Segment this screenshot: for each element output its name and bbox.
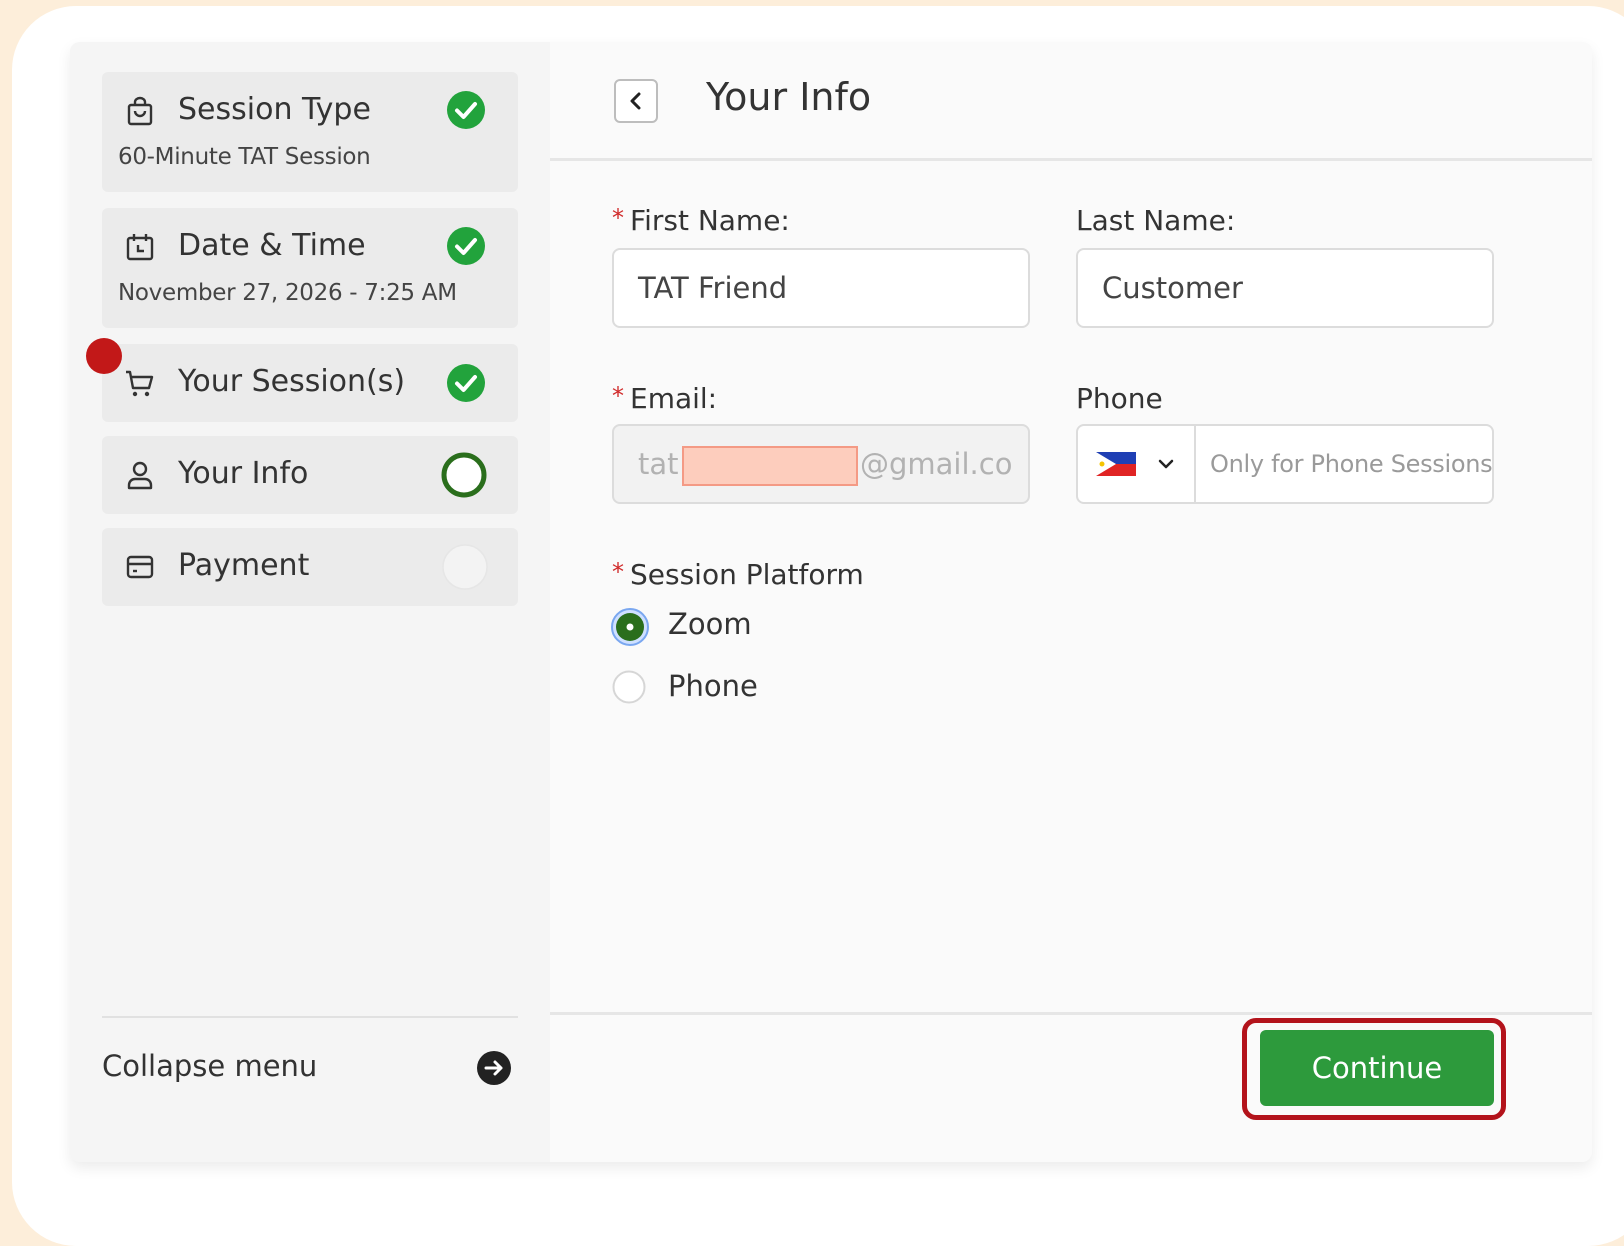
booking-panel: Session Type 60-Minute TAT Session Date … <box>70 42 1592 1162</box>
step-title: Session Type <box>178 92 371 127</box>
country-select[interactable] <box>1078 426 1196 502</box>
sidebar-step-payment[interactable]: Payment <box>102 528 518 606</box>
arrow-right-circle-icon[interactable] <box>476 1050 512 1086</box>
check-circle-icon <box>447 227 485 265</box>
footer-divider <box>550 1012 1592 1015</box>
email-value-end: @gmail.co <box>860 447 1013 481</box>
radio-zoom[interactable] <box>610 607 650 647</box>
sidebar-step-your-sessions[interactable]: Your Session(s) <box>102 344 518 422</box>
chevron-down-icon <box>1158 459 1174 469</box>
sidebar-divider <box>102 1016 518 1018</box>
phone-label: Phone <box>1076 382 1163 415</box>
required-mark: * <box>612 204 624 232</box>
back-button[interactable] <box>614 79 658 123</box>
session-platform-label-text: Session Platform <box>630 558 864 591</box>
radio-phone-label[interactable]: Phone <box>668 669 758 703</box>
session-platform-label: * Session Platform <box>612 558 864 591</box>
pending-step-circle-icon <box>442 544 488 590</box>
steps-sidebar: Session Type 60-Minute TAT Session Date … <box>70 42 550 1162</box>
sidebar-step-your-info[interactable]: Your Info <box>102 436 518 514</box>
required-mark: * <box>612 558 624 586</box>
credit-card-icon <box>126 555 154 579</box>
continue-button[interactable]: Continue <box>1260 1030 1494 1106</box>
cart-icon <box>126 370 154 397</box>
first-name-input[interactable]: TAT Friend <box>612 248 1030 328</box>
step-title: Your Session(s) <box>178 364 406 399</box>
check-circle-icon <box>447 364 485 402</box>
page-header: Your Info <box>550 42 1592 161</box>
redacted-block <box>682 446 858 486</box>
last-name-input[interactable]: Customer <box>1076 248 1494 328</box>
last-name-label: Last Name: <box>1076 204 1236 237</box>
chevron-left-icon <box>630 92 641 110</box>
step-title: Payment <box>178 548 310 583</box>
philippines-flag-icon <box>1096 452 1136 476</box>
email-label: * Email: <box>612 382 717 415</box>
required-mark: * <box>612 382 624 410</box>
first-name-label: * First Name: <box>612 204 790 237</box>
radio-phone[interactable] <box>612 670 646 704</box>
sidebar-step-date-time[interactable]: Date & Time November 27, 2026 - 7:25 AM <box>102 208 518 328</box>
email-value-start: tat <box>638 447 679 481</box>
cart-count-badge <box>86 338 122 374</box>
email-label-text: Email: <box>630 382 718 415</box>
radio-zoom-label[interactable]: Zoom <box>668 607 752 641</box>
shopping-bag-icon <box>127 96 153 126</box>
email-field[interactable]: tat @gmail.co <box>612 424 1030 504</box>
sidebar-step-session-type[interactable]: Session Type 60-Minute TAT Session <box>102 72 518 192</box>
step-title: Your Info <box>178 456 309 491</box>
page-title: Your Info <box>706 75 872 119</box>
step-title: Date & Time <box>178 228 366 263</box>
step-subtitle: 60-Minute TAT Session <box>118 144 371 170</box>
first-name-label-text: First Name: <box>630 204 790 237</box>
step-subtitle: November 27, 2026 - 7:25 AM <box>118 280 457 306</box>
current-step-ring-icon <box>441 452 487 498</box>
user-icon <box>127 461 153 490</box>
phone-input[interactable]: Only for Phone Sessions <box>1210 426 1493 502</box>
collapse-menu-label[interactable]: Collapse menu <box>102 1049 317 1083</box>
phone-field: Only for Phone Sessions <box>1076 424 1494 504</box>
calendar-icon <box>126 234 154 261</box>
check-circle-icon <box>447 91 485 129</box>
main-content: Your Info * First Name: TAT Friend Last N… <box>550 42 1592 1162</box>
